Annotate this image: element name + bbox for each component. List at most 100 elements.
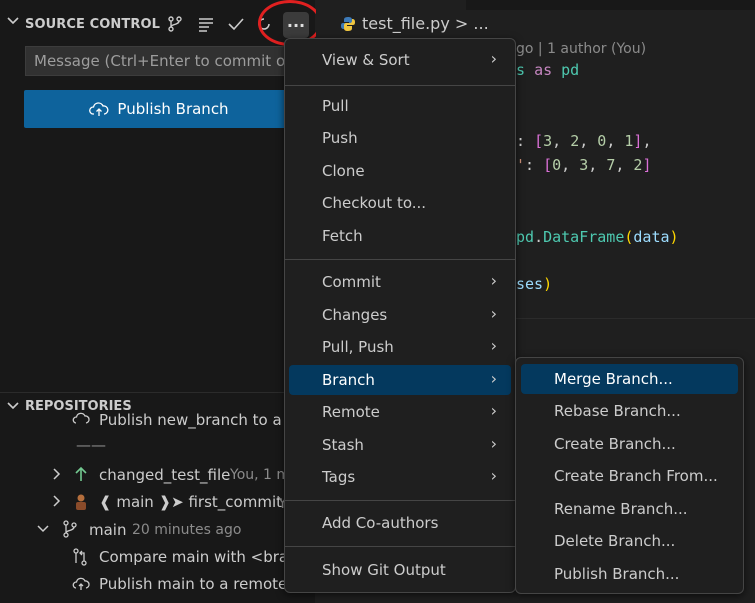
code-line-3: ': [0, 3, 7, 2] (516, 156, 652, 174)
menu-item-push[interactable]: Push (289, 123, 511, 153)
menu-item-label: Checkout to... (322, 194, 427, 212)
list-item[interactable]: Publish new_branch to a r (0, 411, 315, 437)
publish-branch-button[interactable]: Publish Branch (24, 90, 294, 128)
commit-message-input[interactable]: Message (Ctrl+Enter to commit on... (25, 46, 295, 76)
menu-item-stash[interactable]: Stash › (289, 430, 511, 460)
code-line-1: s as pd (516, 61, 580, 79)
tab-file-name[interactable]: test_file.py > ... (362, 14, 489, 33)
chevron-right-icon: › (490, 434, 497, 453)
menu-item-tags[interactable]: Tags › (289, 462, 511, 492)
menu-item-label: Rebase Branch... (554, 402, 681, 420)
menu-item-label: Pull, Push (322, 338, 394, 356)
python-file-icon (340, 16, 356, 36)
list-item-label: ❰ main ❱➤ first_commit (99, 493, 282, 511)
menu-item-label: Show Git Output (322, 561, 446, 579)
compare-icon (72, 548, 88, 570)
menu-item-fetch[interactable]: Fetch (289, 221, 511, 251)
cloud-upload-icon (72, 576, 90, 596)
view-list-icon[interactable] (195, 13, 217, 35)
menu-item-label: Publish Branch... (554, 565, 680, 583)
list-item-meta: 20 minutes ago (132, 522, 242, 538)
menu-item-label: View & Sort (322, 51, 410, 69)
menu-item-add-coauthors[interactable]: Add Co-authors (289, 508, 511, 538)
menu-item-label: Push (322, 129, 358, 147)
arrow-up-icon (73, 465, 89, 487)
menu-item-pull[interactable]: Pull (289, 91, 511, 121)
code-line-5: ses) (516, 275, 553, 293)
chevron-right-icon: › (490, 49, 497, 68)
cloud-upload-icon (89, 102, 109, 116)
menu-item-create-branch[interactable]: Create Branch... (521, 429, 738, 459)
list-item-label: Publish main to a remote (99, 575, 288, 593)
list-item-label: —— (76, 436, 106, 454)
list-item[interactable]: ❰ main ❱➤ first_commit Y (0, 492, 315, 518)
code-line-4: pd.DataFrame(data) (516, 228, 679, 246)
code-line-2: : [3, 2, 0, 1], (516, 132, 652, 150)
chevron-right-icon: › (490, 336, 497, 355)
more-actions-menu: View & Sort › Pull Push Clone Checkout to… (284, 38, 516, 593)
menu-separator (285, 546, 515, 547)
menu-item-branch[interactable]: Branch › (289, 365, 511, 395)
branch-icon (62, 520, 78, 542)
list-item[interactable]: Compare main with <bra... (0, 547, 315, 573)
list-item-label: Compare main with <bra... (99, 548, 303, 566)
menu-item-label: Merge Branch... (554, 370, 673, 388)
chevron-down-icon[interactable] (36, 522, 50, 540)
git-blame-annotation: go | 1 author (You) (516, 41, 647, 57)
menu-item-checkout[interactable]: Checkout to... (289, 188, 511, 218)
list-item-meta: You, 1 m (230, 467, 291, 483)
section-divider (0, 392, 315, 393)
list-item[interactable]: main 20 minutes ago (0, 520, 315, 546)
chevron-right-icon[interactable] (50, 466, 62, 486)
menu-item-label: Commit (322, 273, 381, 291)
menu-item-label: Pull (322, 97, 349, 115)
menu-item-rename-branch[interactable]: Rename Branch... (521, 494, 738, 524)
menu-item-publish-branch[interactable]: Publish Branch... (521, 559, 738, 589)
menu-item-create-branch-from[interactable]: Create Branch From... (521, 461, 738, 491)
list-item-label: main (89, 521, 127, 539)
list-item-label: Publish new_branch to a r (99, 411, 293, 429)
commit-check-icon[interactable] (225, 13, 247, 35)
menu-item-delete-branch[interactable]: Delete Branch... (521, 526, 738, 556)
menu-item-label: Clone (322, 162, 365, 180)
menu-item-label: Stash (322, 436, 364, 454)
list-item: —— (0, 436, 315, 462)
collapse-chevron-icon[interactable] (6, 14, 20, 32)
menu-item-label: Remote (322, 403, 380, 421)
menu-item-label: Rename Branch... (554, 500, 688, 518)
menu-separator (285, 259, 515, 260)
menu-item-remote[interactable]: Remote › (289, 397, 511, 427)
chevron-right-icon: › (490, 466, 497, 485)
chevron-right-icon: › (490, 369, 497, 388)
avatar (74, 493, 88, 515)
menu-item-pull-push[interactable]: Pull, Push › (289, 332, 511, 362)
menu-item-rebase-branch[interactable]: Rebase Branch... (521, 396, 738, 426)
chevron-right-icon[interactable] (50, 493, 62, 513)
menu-item-label: Changes (322, 306, 388, 324)
menu-item-label: Tags (322, 468, 356, 486)
graph-icon[interactable] (164, 13, 186, 35)
menu-item-label: Delete Branch... (554, 532, 676, 550)
cloud-upload-icon (72, 411, 90, 431)
list-item[interactable]: Publish main to a remote (0, 574, 315, 600)
menu-item-label: Fetch (322, 227, 363, 245)
menu-item-clone[interactable]: Clone (289, 156, 511, 186)
breadcrumb[interactable]: > ... (455, 14, 489, 33)
publish-branch-label: Publish Branch (117, 100, 229, 118)
menu-item-changes[interactable]: Changes › (289, 300, 511, 330)
chevron-right-icon: › (490, 271, 497, 290)
menu-item-show-git-output[interactable]: Show Git Output (289, 555, 511, 585)
editor-tab-strip (466, 0, 755, 10)
list-item[interactable]: changed_test_file You, 1 m (0, 465, 315, 491)
tab-file-label: test_file.py (362, 14, 450, 33)
menu-item-view-sort[interactable]: View & Sort › (289, 45, 511, 75)
menu-item-label: Create Branch... (554, 435, 676, 453)
source-control-title: SOURCE CONTROL (25, 17, 161, 32)
menu-item-label: Create Branch From... (554, 467, 718, 485)
menu-separator (285, 500, 515, 501)
list-item-label: changed_test_file (99, 466, 231, 484)
branch-submenu: Merge Branch... Rebase Branch... Create … (515, 357, 744, 594)
menu-separator (285, 85, 515, 86)
menu-item-merge-branch[interactable]: Merge Branch... (521, 364, 738, 394)
menu-item-commit[interactable]: Commit › (289, 267, 511, 297)
